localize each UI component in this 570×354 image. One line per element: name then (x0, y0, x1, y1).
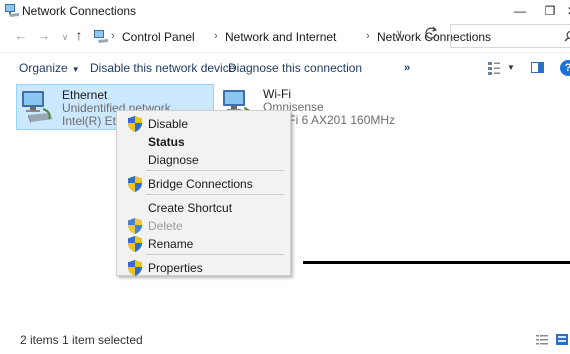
address-dropdown-button[interactable]: ∨ (396, 28, 403, 39)
ethernet-adapter-icon (19, 89, 57, 127)
chevron-down-icon[interactable]: ▼ (507, 63, 515, 72)
up-button[interactable]: ↑ (71, 27, 87, 43)
command-bar: Organize ▼ Disable this network device Di… (0, 52, 570, 82)
menu-item-label: Bridge Connections (148, 177, 253, 191)
breadcrumb-network-and-internet[interactable]: Network and Internet (225, 30, 336, 44)
disable-device-button[interactable]: Disable this network device (90, 61, 235, 75)
uac-shield-icon (128, 116, 142, 132)
close-button[interactable]: ✕ (552, 0, 570, 22)
help-icon[interactable]: ? (560, 60, 570, 76)
menu-item-label: Disable (148, 117, 189, 131)
chevron-down-icon: ▼ (71, 65, 80, 74)
details-view-icon[interactable] (536, 334, 548, 345)
divider-line (303, 261, 570, 264)
window-title: Network Connections (22, 4, 137, 18)
large-icons-view-icon[interactable] (556, 334, 568, 345)
menu-item-label: Properties (148, 261, 203, 275)
breadcrumb-separator: › (214, 30, 218, 42)
menu-item-label: Status (148, 135, 185, 149)
uac-shield-icon (128, 236, 142, 252)
more-commands-button[interactable]: » (404, 62, 410, 74)
breadcrumb-separator: › (366, 30, 370, 42)
status-text: 2 items 1 item selected (20, 333, 143, 347)
menu-separator (146, 254, 284, 255)
menu-item-label: Rename (148, 237, 194, 251)
status-bar: 2 items 1 item selected (0, 326, 570, 354)
uac-shield-icon (128, 176, 142, 192)
menu-item-bridge-connections[interactable]: Bridge Connections (117, 173, 290, 195)
forward-button[interactable]: → (36, 27, 52, 43)
navigation-bar: ← → ∨ ↑ › Control Panel › Network and In… (0, 22, 570, 50)
menu-item-properties[interactable]: Properties (117, 257, 290, 279)
search-input[interactable] (450, 24, 570, 48)
uac-shield-icon (128, 260, 142, 276)
menu-item-diagnose[interactable]: Diagnose (117, 149, 290, 171)
diagnose-connection-button[interactable]: Diagnose this connection (228, 61, 362, 75)
search-icon (564, 30, 570, 42)
connection-name: Wi-Fi (263, 87, 291, 101)
back-button[interactable]: ← (13, 27, 29, 43)
menu-item-label: Delete (148, 219, 183, 233)
organize-label: Organize (19, 61, 68, 75)
menu-item-label: Diagnose (148, 153, 199, 167)
connection-name: Ethernet (62, 88, 108, 102)
menu-separator (146, 194, 284, 195)
preview-pane-icon[interactable] (531, 62, 544, 73)
network-connections-icon (5, 4, 19, 17)
refresh-icon[interactable] (424, 26, 438, 40)
change-view-icon[interactable] (487, 61, 501, 75)
menu-item-label: Create Shortcut (148, 201, 233, 215)
title-bar: Network Connections — ❐ ✕ (0, 0, 570, 22)
context-menu: Disable Status Diagnose Bridge Connectio… (116, 110, 291, 276)
menu-separator (146, 170, 284, 171)
network-connections-icon (94, 30, 108, 43)
organize-menu[interactable]: Organize ▼ (19, 61, 80, 75)
breadcrumb-separator: › (111, 30, 115, 42)
menu-item-rename[interactable]: Rename (117, 233, 290, 255)
breadcrumb-control-panel[interactable]: Control Panel (122, 30, 195, 44)
address-bar[interactable]: › Control Panel › Network and Internet ›… (88, 24, 491, 48)
uac-shield-icon (128, 218, 142, 234)
